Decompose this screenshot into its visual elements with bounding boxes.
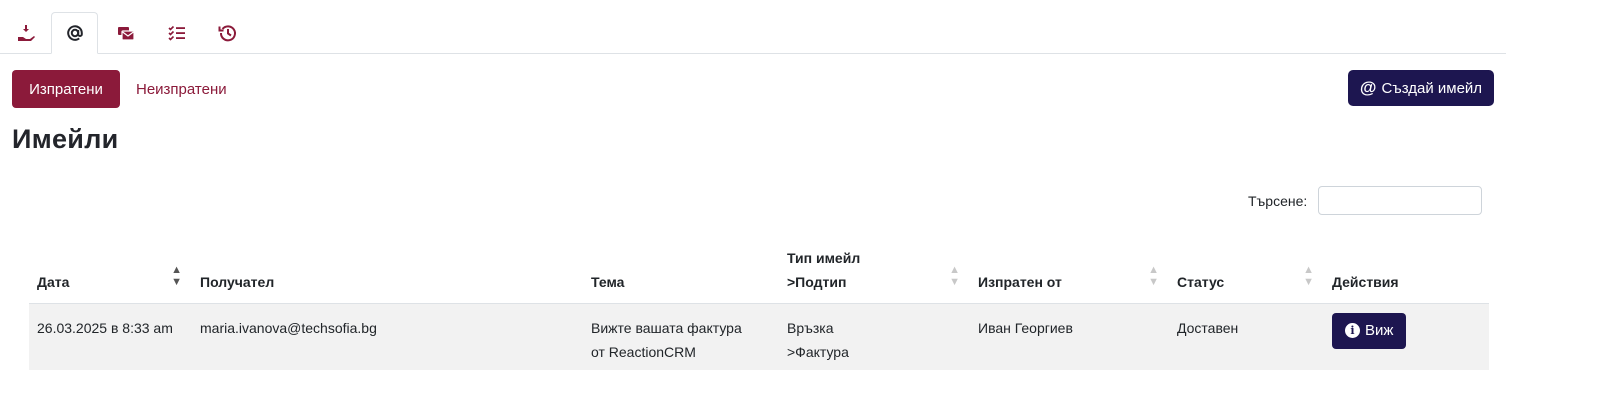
history-icon <box>218 24 236 41</box>
info-icon: i <box>1345 323 1360 338</box>
sort-icon: ▲ ▼ <box>1148 264 1159 288</box>
column-header-label: Изпратен от <box>978 273 1062 290</box>
cell-actions: i Виж <box>1324 303 1489 370</box>
cell-subject: Вижте вашата фактура от ReactionCRM <box>583 303 779 370</box>
task-list-icon <box>167 25 185 41</box>
unsent-pill[interactable]: Неизпратени <box>136 70 227 108</box>
cell-recipient: maria.ivanova@techsofia.bg <box>192 303 583 370</box>
column-header-label: Дата <box>37 273 70 290</box>
envelopes-icon <box>117 26 135 41</box>
sort-icon: ▲ ▼ <box>949 264 960 288</box>
cell-date: 26.03.2025 в 8:33 am <box>29 303 192 370</box>
view-button[interactable]: i Виж <box>1332 312 1407 349</box>
view-button-label: Виж <box>1365 321 1394 339</box>
type-line: Връзка <box>787 319 834 336</box>
at-sign-icon <box>66 25 83 41</box>
table-row: 26.03.2025 в 8:33 am maria.ivanova@techs… <box>29 303 1489 370</box>
table-header-row: Дата ▲ ▼ Получател Тема Тип имейл >Подтип… <box>29 240 1489 304</box>
sent-pill[interactable]: Изпратени <box>12 70 120 108</box>
page-title: Имейли <box>12 124 119 154</box>
search-label: Търсене: <box>1248 193 1308 209</box>
column-header-label: Действия <box>1332 273 1399 290</box>
tab-mailings[interactable] <box>102 12 149 53</box>
create-email-label: Създай имейл <box>1381 79 1483 97</box>
column-header-recipient[interactable]: Получател <box>192 240 583 304</box>
cell-status: Доставен <box>1169 303 1324 370</box>
column-header-type[interactable]: Тип имейл >Подтип ▲ ▼ <box>779 240 970 304</box>
subject-line: от ReactionCRM <box>591 343 696 360</box>
column-header-status[interactable]: Статус ▲ ▼ <box>1169 240 1324 304</box>
column-header-label: Тип имейл <box>787 249 861 266</box>
sort-icon: ▲ ▼ <box>1303 264 1314 288</box>
at-sign-icon: @ <box>1359 78 1377 97</box>
column-header-sent-by[interactable]: Изпратен от ▲ ▼ <box>970 240 1169 304</box>
emails-table: Дата ▲ ▼ Получател Тема Тип имейл >Подтип… <box>29 240 1489 370</box>
hand-coin-icon <box>17 24 35 41</box>
column-header-actions: Действия <box>1324 240 1489 304</box>
column-header-label: Получател <box>200 273 275 290</box>
column-header-subject[interactable]: Тема <box>583 240 779 304</box>
column-header-label: Статус <box>1177 273 1225 290</box>
subtype-line: >Фактура <box>787 343 849 360</box>
tab-history[interactable] <box>204 12 251 53</box>
tab-tasks[interactable] <box>153 12 200 53</box>
subject-line: Вижте вашата фактура <box>591 319 742 336</box>
tab-emails[interactable] <box>51 12 98 54</box>
search-input[interactable] <box>1318 186 1482 215</box>
tab-strip <box>0 12 1506 54</box>
cell-type: Връзка >Фактура <box>779 303 970 370</box>
tab-payments[interactable] <box>2 12 49 53</box>
column-header-sublabel: >Подтип <box>787 273 847 290</box>
sort-desc-icon: ▲ ▼ <box>171 264 182 288</box>
column-header-label: Тема <box>591 273 625 290</box>
cell-sent-by: Иван Георгиев <box>970 303 1169 370</box>
column-header-date[interactable]: Дата ▲ ▼ <box>29 240 192 304</box>
create-email-button[interactable]: @ Създай имейл <box>1348 70 1494 106</box>
